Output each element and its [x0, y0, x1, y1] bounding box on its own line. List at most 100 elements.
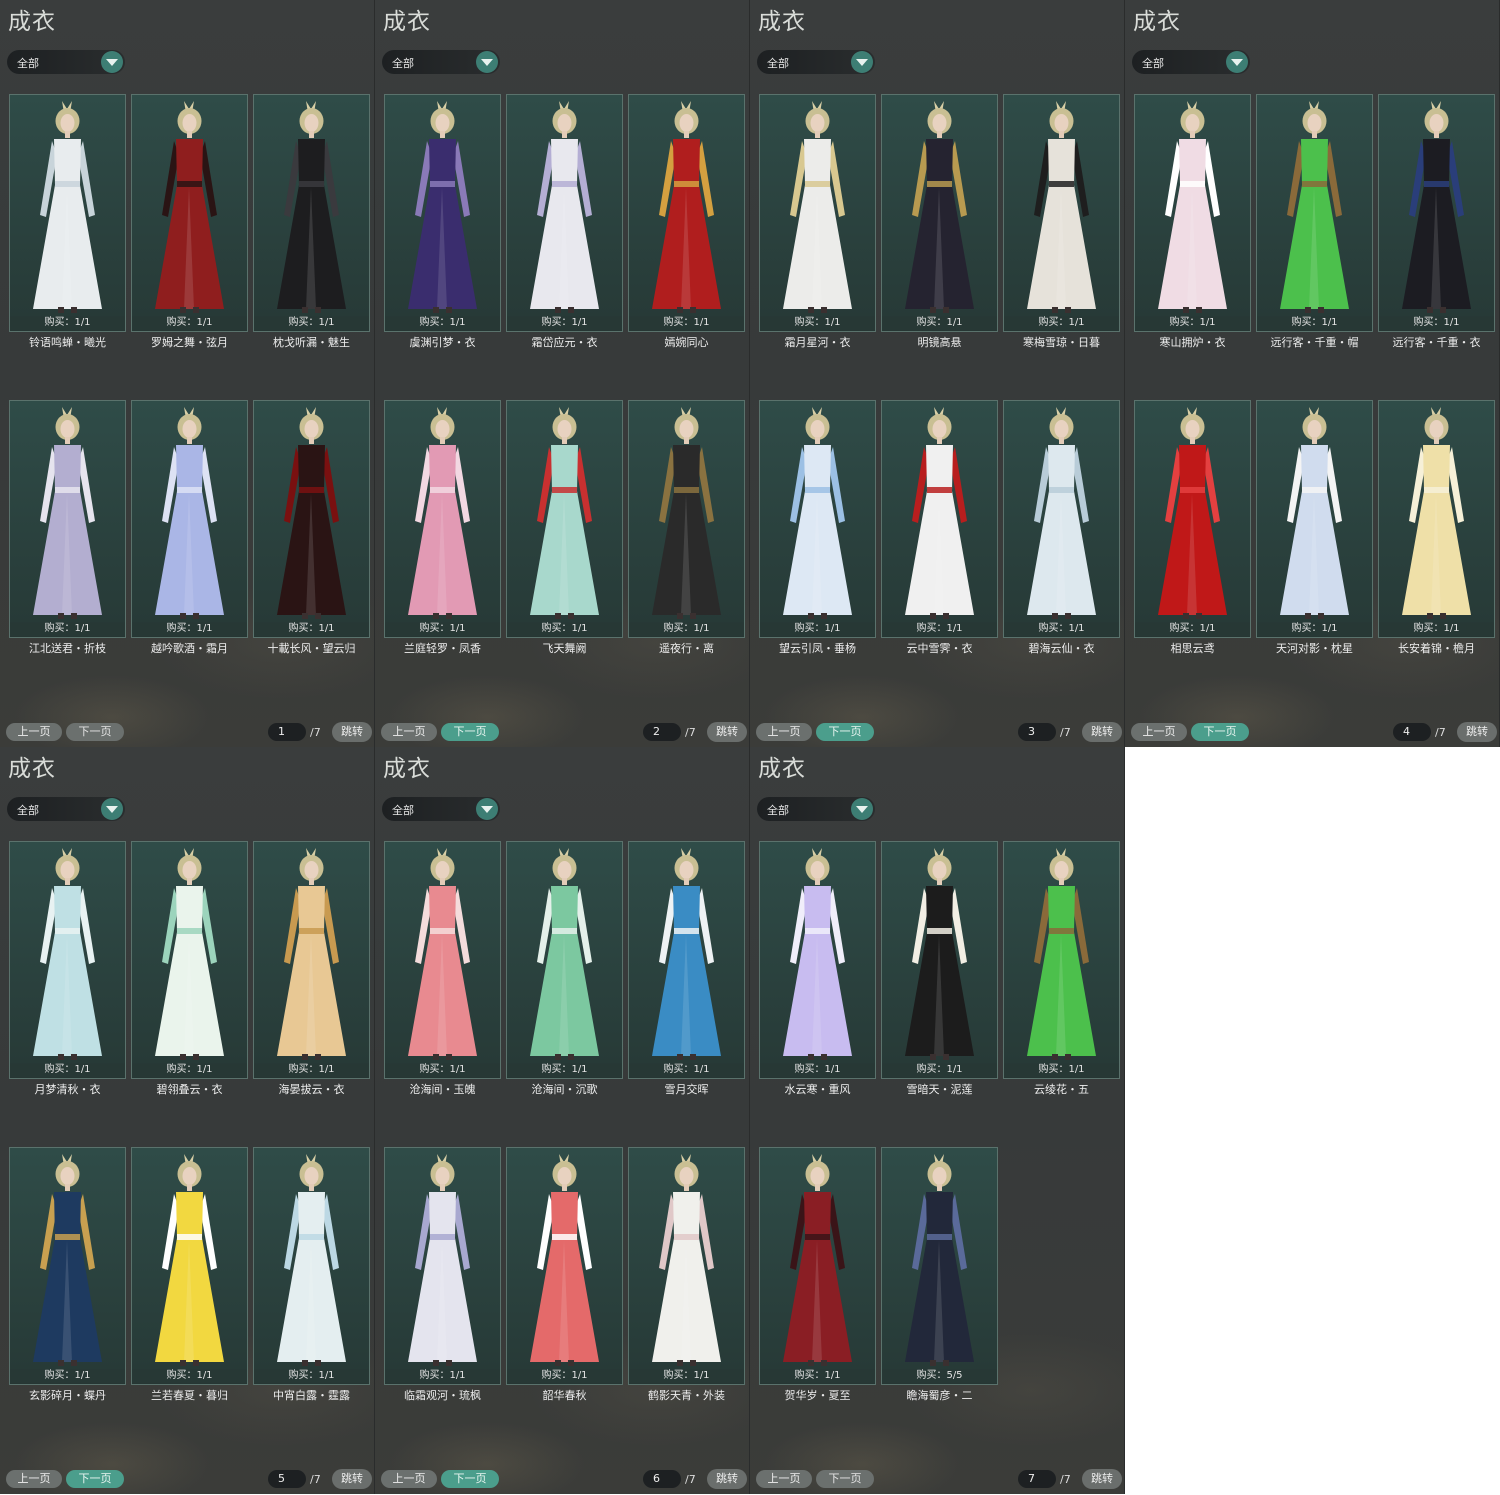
outfit-card[interactable]: 购买：1/1	[1256, 94, 1373, 332]
outfit-card[interactable]: 购买：1/1	[384, 841, 501, 1079]
outfit-name: 碧翎叠云・衣	[156, 1083, 223, 1096]
outfit-card[interactable]: 购买：5/5	[881, 1147, 998, 1385]
outfit-card[interactable]: 购买：1/1	[9, 400, 126, 638]
page-total: /7	[1435, 726, 1446, 739]
outfit-card[interactable]: 购买：1/1	[759, 841, 876, 1079]
page-number-input[interactable]: 5	[268, 1470, 306, 1488]
outfit-card[interactable]: 购买：1/1	[253, 400, 370, 638]
outfit-card[interactable]: 购买：1/1	[1134, 400, 1251, 638]
outfit-card[interactable]: 购买：1/1	[9, 94, 126, 332]
outfit-name: 江北送君・折枝	[29, 642, 106, 655]
jump-button[interactable]: 跳转	[1082, 1469, 1122, 1489]
chevron-down-icon[interactable]	[101, 51, 123, 73]
outfit-preview-image	[10, 842, 125, 1064]
prev-page-button[interactable]: 上一页	[6, 1470, 62, 1488]
panel-title: 成衣	[383, 756, 431, 782]
outfit-preview-image	[1257, 401, 1372, 623]
outfit-card[interactable]: 购买：1/1	[1003, 841, 1120, 1079]
category-filter-dropdown[interactable]: 全部	[757, 797, 875, 821]
page-number-input[interactable]: 3	[1018, 723, 1056, 741]
chevron-down-icon[interactable]	[101, 798, 123, 820]
page-number-input[interactable]: 2	[643, 723, 681, 741]
outfit-card[interactable]: 购买：1/1	[759, 400, 876, 638]
page-number-input[interactable]: 7	[1018, 1470, 1056, 1488]
next-page-button[interactable]: 下一页	[816, 723, 874, 741]
chevron-down-icon[interactable]	[476, 798, 498, 820]
next-page-button[interactable]: 下一页	[66, 1470, 124, 1488]
outfit-card[interactable]: 购买：1/1	[628, 94, 745, 332]
outfit-card[interactable]: 购买：1/1	[881, 400, 998, 638]
purchase-count: 购买：1/1	[385, 622, 500, 636]
next-page-button[interactable]: 下一页	[441, 723, 499, 741]
category-filter-dropdown[interactable]: 全部	[382, 797, 500, 821]
next-page-button[interactable]: 下一页	[441, 1470, 499, 1488]
prev-page-button[interactable]: 上一页	[756, 1470, 812, 1488]
outfit-card[interactable]: 购买：1/1	[253, 94, 370, 332]
category-filter-value: 全部	[392, 804, 414, 817]
page-number-input[interactable]: 1	[268, 723, 306, 741]
category-filter-dropdown[interactable]: 全部	[382, 50, 500, 74]
panel-title: 成衣	[8, 756, 56, 782]
next-page-button[interactable]: 下一页	[1191, 723, 1249, 741]
page-number-input[interactable]: 4	[1393, 723, 1431, 741]
chevron-down-icon[interactable]	[851, 51, 873, 73]
outfit-card[interactable]: 购买：1/1	[1003, 94, 1120, 332]
outfit-name: 霜岱应元・衣	[531, 336, 598, 349]
outfit-name: 遥夜行・离	[659, 642, 714, 655]
outfit-card[interactable]: 购买：1/1	[9, 1147, 126, 1385]
outfit-card[interactable]: 购买：1/1	[1378, 94, 1495, 332]
outfit-card[interactable]: 购买：1/1	[506, 1147, 623, 1385]
outfit-card[interactable]: 购买：1/1	[881, 94, 998, 332]
outfit-name: 瞻海蜀彦・二	[906, 1389, 973, 1402]
chevron-down-icon[interactable]	[851, 798, 873, 820]
next-page-button[interactable]: 下一页	[66, 723, 124, 741]
purchase-count: 购买：1/1	[254, 1369, 369, 1383]
outfit-card[interactable]: 购买：1/1	[253, 1147, 370, 1385]
outfit-card[interactable]: 购买：1/1	[9, 841, 126, 1079]
prev-page-button[interactable]: 上一页	[381, 1470, 437, 1488]
outfit-name: 望云引凤・垂杨	[779, 642, 856, 655]
outfit-card[interactable]: 购买：1/1	[759, 1147, 876, 1385]
outfit-card[interactable]: 购买：1/1	[1378, 400, 1495, 638]
outfit-card[interactable]: 购买：1/1	[506, 94, 623, 332]
prev-page-button[interactable]: 上一页	[756, 723, 812, 741]
chevron-down-icon[interactable]	[476, 51, 498, 73]
outfit-card[interactable]: 购买：1/1	[131, 400, 248, 638]
outfit-card[interactable]: 购买：1/1	[253, 841, 370, 1079]
chevron-down-icon[interactable]	[1226, 51, 1248, 73]
category-filter-dropdown[interactable]: 全部	[7, 50, 125, 74]
jump-button[interactable]: 跳转	[332, 722, 372, 742]
outfit-card[interactable]: 购买：1/1	[506, 841, 623, 1079]
outfit-card[interactable]: 购买：1/1	[131, 94, 248, 332]
category-filter-dropdown[interactable]: 全部	[7, 797, 125, 821]
outfit-preview-image	[882, 842, 997, 1064]
outfit-card[interactable]: 购买：1/1	[384, 400, 501, 638]
outfit-card[interactable]: 购买：1/1	[506, 400, 623, 638]
outfit-card[interactable]: 购买：1/1	[131, 1147, 248, 1385]
category-filter-dropdown[interactable]: 全部	[757, 50, 875, 74]
page-number-input[interactable]: 6	[643, 1470, 681, 1488]
outfit-card[interactable]: 购买：1/1	[1256, 400, 1373, 638]
outfit-card[interactable]: 购买：1/1	[1003, 400, 1120, 638]
jump-button[interactable]: 跳转	[1457, 722, 1497, 742]
jump-button[interactable]: 跳转	[707, 722, 747, 742]
category-filter-dropdown[interactable]: 全部	[1132, 50, 1250, 74]
outfit-card[interactable]: 购买：1/1	[628, 400, 745, 638]
outfit-card[interactable]: 购买：1/1	[759, 94, 876, 332]
outfit-preview-image	[882, 95, 997, 317]
prev-page-button[interactable]: 上一页	[6, 723, 62, 741]
outfit-card[interactable]: 购买：1/1	[628, 1147, 745, 1385]
jump-button[interactable]: 跳转	[332, 1469, 372, 1489]
screenshot-grid: 成衣 全部 购买：1/1 铃语鸣蝉・曦光 购买：1/1 罗姆之舞・弦月 购买：1/1 枕戈…	[0, 0, 1500, 1495]
outfit-card[interactable]: 购买：1/1	[131, 841, 248, 1079]
outfit-card[interactable]: 购买：1/1	[881, 841, 998, 1079]
outfit-card[interactable]: 购买：1/1	[384, 94, 501, 332]
jump-button[interactable]: 跳转	[1082, 722, 1122, 742]
outfit-card[interactable]: 购买：1/1	[1134, 94, 1251, 332]
jump-button[interactable]: 跳转	[707, 1469, 747, 1489]
next-page-button[interactable]: 下一页	[816, 1470, 874, 1488]
prev-page-button[interactable]: 上一页	[1131, 723, 1187, 741]
prev-page-button[interactable]: 上一页	[381, 723, 437, 741]
outfit-card[interactable]: 购买：1/1	[384, 1147, 501, 1385]
outfit-card[interactable]: 购买：1/1	[628, 841, 745, 1079]
